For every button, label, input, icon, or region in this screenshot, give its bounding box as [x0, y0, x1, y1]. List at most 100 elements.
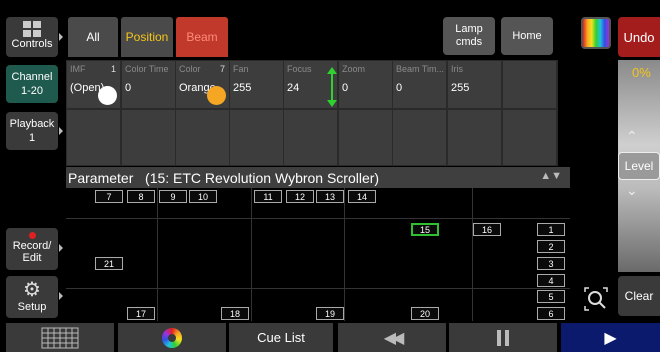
param-label: Beam Tim... — [396, 64, 445, 74]
channel-box[interactable]: 11 — [254, 190, 282, 203]
channel-box[interactable]: 1 — [537, 223, 565, 236]
color-picker-button[interactable] — [581, 17, 611, 49]
clear-button[interactable]: Clear — [618, 276, 660, 316]
param-cell-empty[interactable] — [392, 109, 447, 166]
setup-arrow — [59, 292, 63, 300]
channel-box[interactable]: 21 — [95, 257, 123, 270]
param-number: 1 — [110, 64, 116, 74]
param-cell-empty[interactable] — [502, 60, 557, 109]
controls-button[interactable]: Controls — [6, 17, 58, 57]
channel-box[interactable]: 14 — [348, 190, 376, 203]
param-value: 255 — [233, 82, 252, 94]
playback-button[interactable]: Playback 1 — [6, 112, 58, 150]
param-label: Color — [179, 64, 201, 74]
record-edit-label: Record/ Edit — [12, 240, 52, 264]
tab-all[interactable]: All — [68, 17, 118, 57]
tab-position[interactable]: Position — [121, 17, 173, 57]
setup-button[interactable]: ⚙ Setup — [6, 276, 58, 318]
controls-label: Controls — [11, 38, 53, 50]
param-label: Focus — [287, 64, 312, 74]
param-cell-empty[interactable] — [283, 109, 338, 166]
level-label: Level — [618, 152, 660, 180]
lamp-cmds-button[interactable]: Lamp cmds — [443, 17, 495, 55]
param-cell-zoom[interactable]: Zoom 0 — [338, 60, 393, 109]
param-cell-iris[interactable]: Iris 255 — [447, 60, 502, 109]
channel-button[interactable]: Channel 1-20 — [6, 65, 58, 103]
param-value: 0 — [342, 82, 349, 94]
color-wheel-icon — [162, 327, 182, 348]
color-wheel-button[interactable] — [118, 323, 226, 352]
param-label: Zoom — [342, 64, 366, 74]
record-edit-button[interactable]: Record/ Edit — [6, 228, 58, 270]
controls-grid-icon — [23, 21, 41, 37]
focus-updown-arrow-icon — [327, 67, 337, 107]
channel-box[interactable]: 9 — [159, 190, 187, 203]
param-cell-empty[interactable] — [66, 109, 121, 166]
param-label: Iris — [451, 64, 463, 74]
channel-box[interactable]: 13 — [316, 190, 344, 203]
channel-box[interactable]: 6 — [537, 307, 565, 320]
param-label: Color Time — [125, 64, 169, 74]
param-cell-empty[interactable] — [121, 109, 176, 166]
collapse-arrows-icon[interactable]: ▲▼ — [540, 170, 562, 182]
setup-label: Setup — [17, 301, 47, 313]
channel-box[interactable]: 17 — [127, 307, 155, 320]
channel-box[interactable]: 20 — [411, 307, 439, 320]
level-percent: 0% — [632, 65, 651, 80]
parameter-title-bar[interactable]: Parameter (15: ETC Revolution Wybron Scr… — [66, 167, 570, 188]
parameter-title: Parameter (15: ETC Revolution Wybron Scr… — [68, 170, 380, 186]
undo-button[interactable]: Undo — [618, 17, 660, 57]
channel-box-selected[interactable]: 15 — [411, 223, 439, 236]
param-cell-beam-tim[interactable]: Beam Tim... 0 — [392, 60, 447, 109]
channel-box[interactable]: 19 — [316, 307, 344, 320]
param-cell-empty[interactable] — [502, 109, 557, 166]
param-value: 255 — [451, 82, 470, 94]
zoom-fit-icon[interactable] — [583, 286, 609, 312]
channel-box[interactable]: 7 — [95, 190, 123, 203]
param-label: IMF — [70, 64, 86, 74]
channel-box[interactable]: 4 — [537, 274, 565, 287]
wheel-up-chevron-icon: ⌃ — [626, 128, 638, 144]
imf-indicator-dot — [98, 86, 117, 105]
play-icon: ▶ — [604, 329, 617, 347]
param-label: Fan — [233, 64, 249, 74]
playback-arrow — [59, 127, 63, 135]
tab-beam[interactable]: Beam — [176, 17, 228, 57]
param-value: 24 — [287, 82, 300, 94]
channel-area — [66, 188, 570, 321]
param-cell-empty[interactable] — [338, 109, 393, 166]
param-cell-empty[interactable] — [229, 109, 284, 166]
param-cell-color-time[interactable]: Color Time 0 — [121, 60, 176, 109]
wheel-down-chevron-icon: ⌄ — [626, 182, 638, 198]
channel-box[interactable]: 5 — [537, 290, 565, 303]
channel-box[interactable]: 10 — [189, 190, 217, 203]
home-button[interactable]: Home — [501, 17, 553, 55]
pause-icon — [497, 329, 509, 346]
channel-box[interactable]: 8 — [127, 190, 155, 203]
rewind-button[interactable]: ◀◀ — [338, 323, 446, 352]
channel-box[interactable]: 2 — [537, 240, 565, 253]
cue-list-button[interactable]: Cue List — [229, 323, 333, 352]
gear-icon: ⚙ — [23, 279, 41, 301]
play-button[interactable]: ▶ — [561, 323, 660, 352]
pause-button[interactable] — [449, 323, 557, 352]
record-arrow — [59, 244, 63, 252]
level-wheel[interactable]: 0% ⌃ Level ⌄ — [618, 60, 660, 272]
grid-icon — [41, 327, 79, 348]
param-number: 7 — [219, 64, 225, 74]
grid-view-button[interactable] — [6, 323, 114, 352]
param-value: 0 — [125, 82, 132, 94]
channel-box[interactable]: 12 — [286, 190, 314, 203]
channel-box[interactable]: 18 — [221, 307, 249, 320]
color-indicator-dot — [207, 86, 226, 105]
parameter-grid: IMF 1 (Open) Color Time 0 Color 7 Orange Fan 255 F… — [66, 60, 558, 166]
param-cell-empty[interactable] — [447, 109, 502, 166]
param-value: 0 — [396, 82, 403, 94]
record-dot-icon — [28, 232, 36, 239]
controls-arrow — [59, 33, 63, 41]
channel-box[interactable]: 16 — [473, 223, 501, 236]
rewind-icon: ◀◀ — [383, 329, 405, 347]
channel-box[interactable]: 3 — [537, 257, 565, 270]
param-cell-empty[interactable] — [175, 109, 230, 166]
param-cell-fan[interactable]: Fan 255 — [229, 60, 284, 109]
